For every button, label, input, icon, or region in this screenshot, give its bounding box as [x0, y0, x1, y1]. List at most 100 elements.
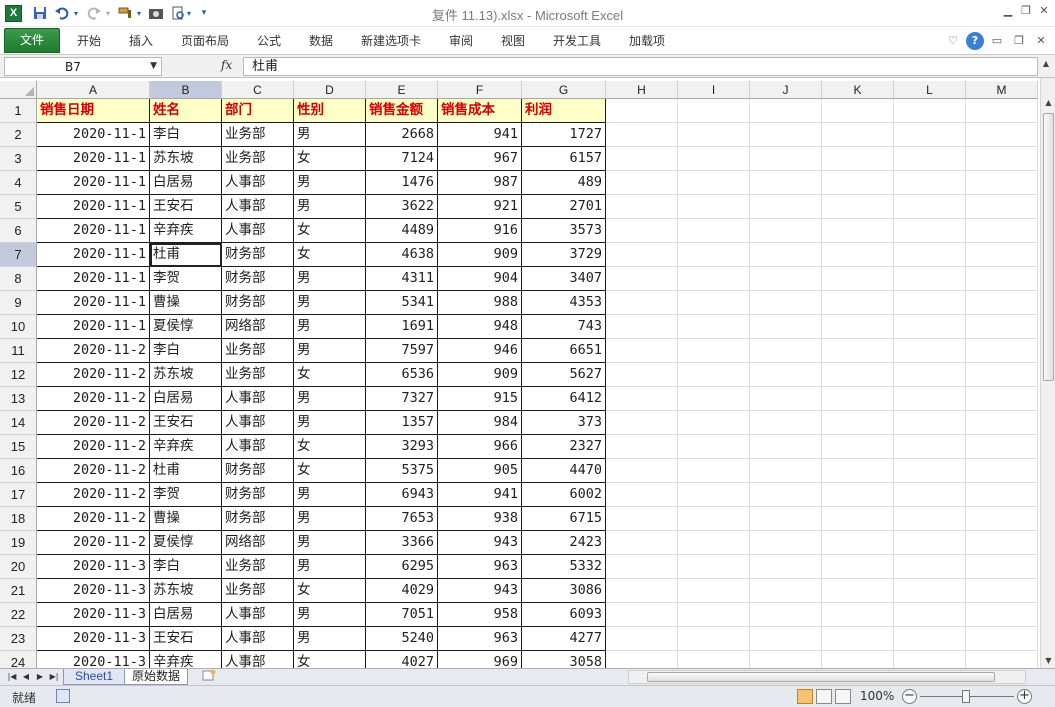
table-cell[interactable]: 男: [294, 123, 366, 147]
empty-cell[interactable]: [966, 363, 1038, 387]
table-cell[interactable]: 财务部: [222, 459, 294, 483]
empty-cell[interactable]: [750, 363, 822, 387]
table-cell[interactable]: 969: [438, 651, 522, 668]
zoom-in-icon[interactable]: +: [1017, 689, 1032, 704]
empty-cell[interactable]: [606, 483, 678, 507]
tab-home[interactable]: 开始: [70, 31, 108, 53]
empty-cell[interactable]: [606, 147, 678, 171]
empty-cell[interactable]: [966, 171, 1038, 195]
empty-cell[interactable]: [894, 507, 966, 531]
empty-cell[interactable]: [966, 99, 1038, 123]
table-cell[interactable]: 人事部: [222, 603, 294, 627]
empty-cell[interactable]: [606, 171, 678, 195]
empty-cell[interactable]: [966, 435, 1038, 459]
table-cell[interactable]: 943: [438, 579, 522, 603]
table-cell[interactable]: 2020-11-2: [37, 363, 150, 387]
table-cell[interactable]: 杜甫: [150, 459, 222, 483]
empty-cell[interactable]: [894, 651, 966, 668]
row-header[interactable]: 17: [0, 483, 37, 507]
column-header-c[interactable]: C: [222, 81, 294, 99]
table-cell[interactable]: 915: [438, 387, 522, 411]
empty-cell[interactable]: [894, 219, 966, 243]
table-cell[interactable]: 王安石: [150, 195, 222, 219]
table-cell[interactable]: 财务部: [222, 243, 294, 267]
table-cell[interactable]: 2020-11-1: [37, 123, 150, 147]
empty-cell[interactable]: [966, 507, 1038, 531]
table-cell[interactable]: 财务部: [222, 507, 294, 531]
empty-cell[interactable]: [894, 387, 966, 411]
empty-cell[interactable]: [678, 99, 750, 123]
empty-cell[interactable]: [606, 363, 678, 387]
empty-cell[interactable]: [750, 555, 822, 579]
empty-cell[interactable]: [966, 219, 1038, 243]
empty-cell[interactable]: [966, 123, 1038, 147]
empty-cell[interactable]: [606, 123, 678, 147]
last-sheet-icon[interactable]: ▶|: [48, 670, 60, 684]
empty-cell[interactable]: [606, 507, 678, 531]
empty-cell[interactable]: [822, 459, 894, 483]
empty-cell[interactable]: [606, 315, 678, 339]
empty-cell[interactable]: [678, 291, 750, 315]
row-header[interactable]: 9: [0, 291, 37, 315]
empty-cell[interactable]: [822, 387, 894, 411]
table-cell[interactable]: 7327: [366, 387, 438, 411]
table-cell[interactable]: 958: [438, 603, 522, 627]
empty-cell[interactable]: [678, 459, 750, 483]
table-cell[interactable]: 女: [294, 459, 366, 483]
expand-formula-bar-icon[interactable]: ▲: [1040, 59, 1052, 74]
empty-cell[interactable]: [894, 435, 966, 459]
workbook-close-icon[interactable]: ✕: [1032, 32, 1050, 50]
scroll-down-icon[interactable]: ▼: [1042, 654, 1055, 668]
table-cell[interactable]: 966: [438, 435, 522, 459]
row-header[interactable]: 14: [0, 411, 37, 435]
table-cell[interactable]: 5341: [366, 291, 438, 315]
table-cell[interactable]: 6651: [522, 339, 606, 363]
active-cell[interactable]: 杜甫: [150, 243, 222, 267]
empty-cell[interactable]: [822, 315, 894, 339]
table-cell[interactable]: 网络部: [222, 531, 294, 555]
empty-cell[interactable]: [606, 411, 678, 435]
table-cell[interactable]: 男: [294, 291, 366, 315]
empty-cell[interactable]: [678, 219, 750, 243]
table-cell[interactable]: 2020-11-1: [37, 219, 150, 243]
empty-cell[interactable]: [750, 315, 822, 339]
empty-cell[interactable]: [750, 195, 822, 219]
minimize-icon[interactable]: ▁: [999, 4, 1017, 20]
table-cell[interactable]: 904: [438, 267, 522, 291]
empty-cell[interactable]: [894, 603, 966, 627]
empty-cell[interactable]: [678, 171, 750, 195]
table-cell[interactable]: 男: [294, 507, 366, 531]
minimize-ribbon-icon[interactable]: ♡: [944, 32, 962, 50]
header-cell[interactable]: 姓名: [150, 99, 222, 123]
empty-cell[interactable]: [894, 291, 966, 315]
table-cell[interactable]: 2327: [522, 435, 606, 459]
empty-cell[interactable]: [606, 555, 678, 579]
empty-cell[interactable]: [750, 531, 822, 555]
empty-cell[interactable]: [822, 435, 894, 459]
table-cell[interactable]: 女: [294, 147, 366, 171]
table-cell[interactable]: 905: [438, 459, 522, 483]
header-cell[interactable]: 销售金额: [366, 99, 438, 123]
empty-cell[interactable]: [894, 411, 966, 435]
column-header-d[interactable]: D: [294, 81, 366, 99]
row-header[interactable]: 2: [0, 123, 37, 147]
table-cell[interactable]: 5375: [366, 459, 438, 483]
empty-cell[interactable]: [966, 195, 1038, 219]
empty-cell[interactable]: [678, 363, 750, 387]
empty-cell[interactable]: [822, 579, 894, 603]
table-cell[interactable]: 苏东坡: [150, 579, 222, 603]
empty-cell[interactable]: [894, 627, 966, 651]
table-cell[interactable]: 财务部: [222, 291, 294, 315]
worksheet-grid[interactable]: ABCDEFGHIJKLM 1 2 3 4 5 6 7 8 9 10 11 12 13 14 15 16 17 1…: [0, 78, 1040, 668]
tab-add-ins[interactable]: 加载项: [622, 31, 672, 53]
empty-cell[interactable]: [822, 363, 894, 387]
empty-cell[interactable]: [966, 291, 1038, 315]
table-cell[interactable]: 941: [438, 123, 522, 147]
empty-cell[interactable]: [750, 651, 822, 668]
table-cell[interactable]: 4277: [522, 627, 606, 651]
empty-cell[interactable]: [606, 651, 678, 668]
insert-function-icon[interactable]: fx: [221, 58, 232, 72]
empty-cell[interactable]: [678, 267, 750, 291]
table-cell[interactable]: 男: [294, 555, 366, 579]
table-cell[interactable]: 2020-11-3: [37, 579, 150, 603]
